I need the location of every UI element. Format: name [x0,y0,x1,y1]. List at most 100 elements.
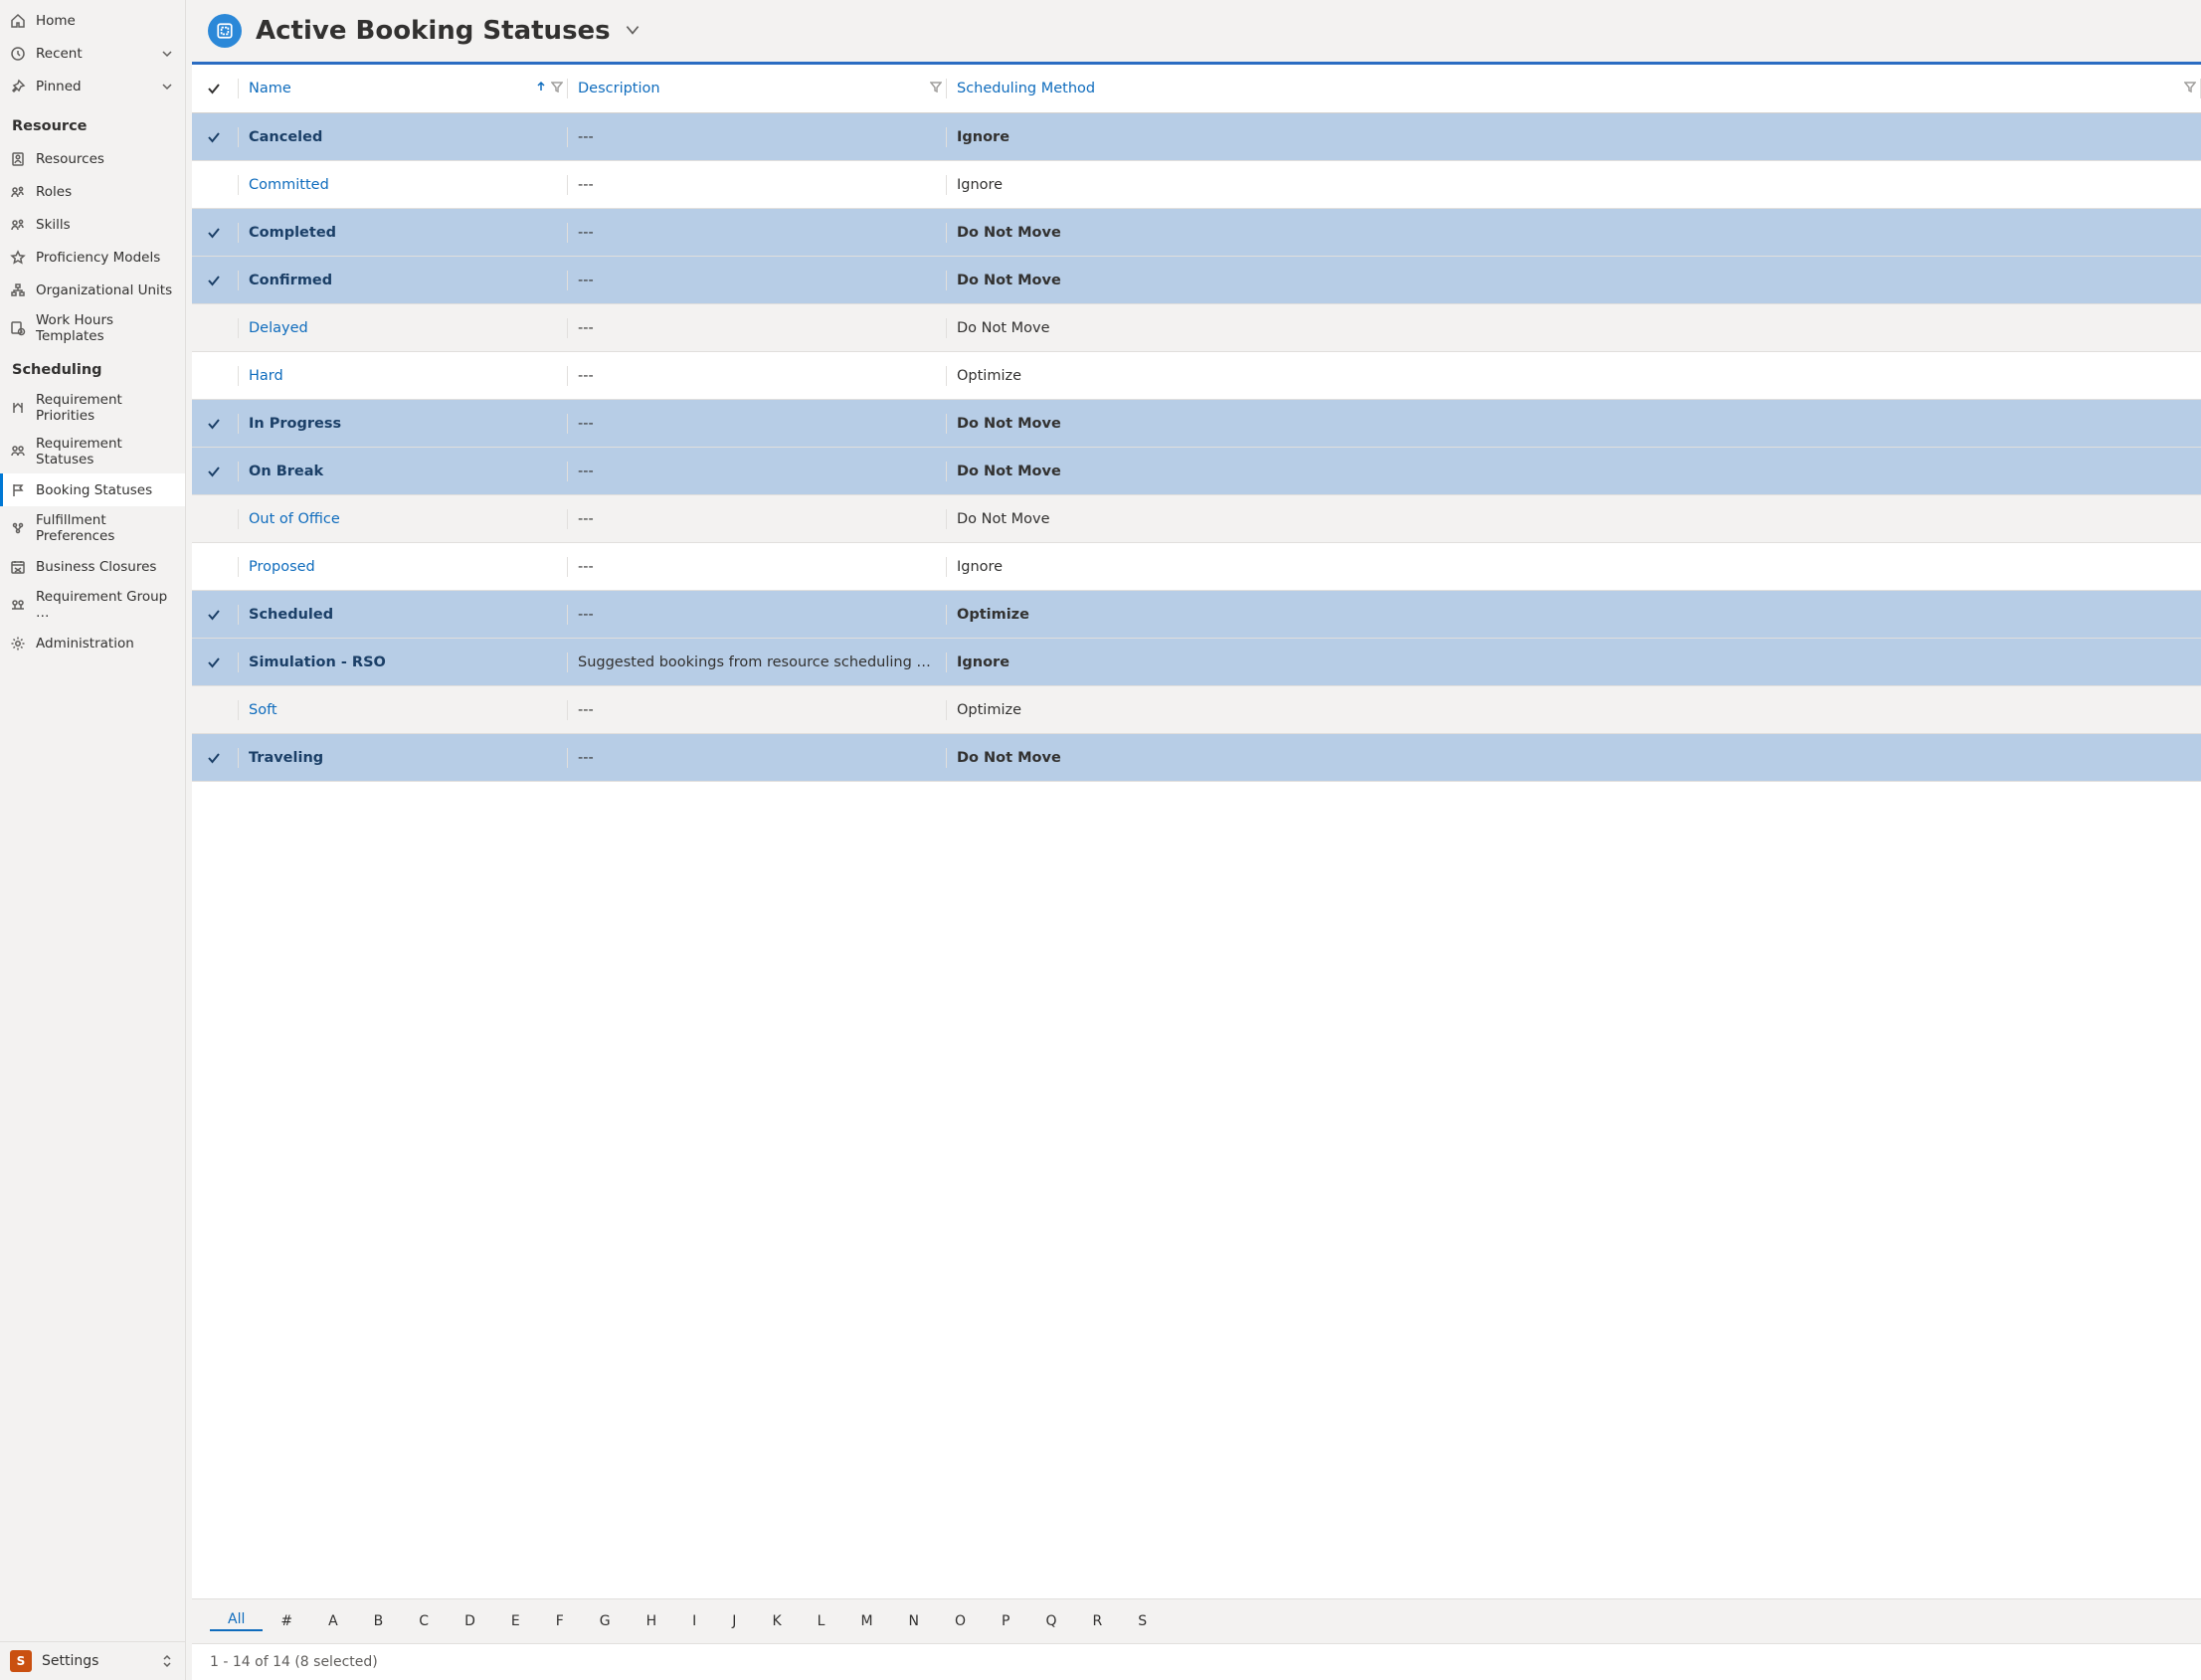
cell-method: Ignore [947,177,2201,193]
cell-name[interactable]: Canceled [239,129,567,145]
alpha-letter[interactable]: L [800,1613,843,1629]
area-switcher[interactable]: S Settings [0,1641,185,1680]
table-row[interactable]: Hard---Optimize [192,352,2201,400]
col-header-name[interactable]: Name [239,81,567,96]
nav-item[interactable]: Roles [0,175,185,208]
nav-item[interactable]: Requirement Priorities [0,386,185,430]
table-row[interactable]: Completed---Do Not Move [192,209,2201,257]
cell-name[interactable]: Out of Office [239,511,567,527]
checkmark-icon [206,416,222,432]
cell-name[interactable]: Scheduled [239,607,567,623]
alpha-letter[interactable]: # [263,1613,310,1629]
row-select[interactable] [192,129,238,145]
table-row[interactable]: In Progress---Do Not Move [192,400,2201,448]
row-select[interactable] [192,702,238,718]
nav-item[interactable]: Proficiency Models [0,241,185,274]
cell-name[interactable]: Confirmed [239,273,567,288]
alpha-letter[interactable]: K [754,1613,799,1629]
row-select[interactable] [192,225,238,241]
alpha-letter[interactable]: M [842,1613,890,1629]
alpha-letter[interactable]: C [401,1613,447,1629]
alpha-letter[interactable]: H [629,1613,675,1629]
nav-item[interactable]: Skills [0,208,185,241]
nav-item[interactable]: Organizational Units [0,274,185,306]
cell-name[interactable]: Delayed [239,320,567,336]
view-selector[interactable]: Active Booking Statuses [256,16,642,46]
cell-name[interactable]: Soft [239,702,567,718]
cell-name[interactable]: Committed [239,177,567,193]
table-row[interactable]: On Break---Do Not Move [192,448,2201,495]
row-select[interactable] [192,320,238,336]
cell-name[interactable]: Hard [239,368,567,384]
alpha-letter[interactable]: P [984,1613,1027,1629]
table-row[interactable]: Simulation - RSOSuggested bookings from … [192,639,2201,686]
grid-body[interactable]: Canceled---IgnoreCommitted---IgnoreCompl… [192,113,2201,1598]
cell-name[interactable]: Proposed [239,559,567,575]
alpha-letter[interactable]: All [210,1611,263,1631]
cell-name[interactable]: Completed [239,225,567,241]
row-select[interactable] [192,559,238,575]
table-row[interactable]: Soft---Optimize [192,686,2201,734]
nav-item[interactable]: Work Hours Templates [0,306,185,350]
row-select[interactable] [192,464,238,479]
alpha-letter[interactable]: O [937,1613,984,1629]
cell-description: --- [568,559,946,575]
alpha-letter[interactable]: R [1075,1613,1121,1629]
cell-name[interactable]: Simulation - RSO [239,654,567,670]
col-header-method[interactable]: Scheduling Method [947,81,2200,96]
table-row[interactable]: Traveling---Do Not Move [192,734,2201,782]
row-select[interactable] [192,368,238,384]
nav-label: Skills [36,217,71,233]
alpha-letter[interactable]: D [447,1613,493,1629]
nav-item[interactable]: Requirement Statuses [0,430,185,473]
row-select[interactable] [192,654,238,670]
nav-home[interactable]: Home [0,4,185,37]
row-select[interactable] [192,416,238,432]
table-row[interactable]: Confirmed---Do Not Move [192,257,2201,304]
alpha-letter[interactable]: N [891,1613,937,1629]
nav-pinned[interactable]: Pinned [0,70,185,102]
grid-wrapper: Name Description Scheduling Method [186,62,2201,1680]
filter-icon [551,81,563,96]
row-select[interactable] [192,750,238,766]
alpha-letter[interactable]: Q [1028,1613,1075,1629]
cell-name[interactable]: Traveling [239,750,567,766]
row-select[interactable] [192,177,238,193]
alpha-letter[interactable]: B [356,1613,402,1629]
alpha-letter[interactable]: A [310,1613,356,1629]
reqstatus-icon [10,444,26,460]
alpha-letter[interactable]: I [674,1613,714,1629]
table-row[interactable]: Proposed---Ignore [192,543,2201,591]
chevron-down-icon [159,46,175,62]
row-select[interactable] [192,511,238,527]
priority-icon [10,400,26,416]
nav-home-label: Home [36,13,76,29]
alpha-letter[interactable]: G [582,1613,629,1629]
alpha-letter[interactable]: F [538,1613,582,1629]
table-row[interactable]: Committed---Ignore [192,161,2201,209]
nav-item[interactable]: Resources [0,142,185,175]
cell-description: --- [568,177,946,193]
nav-item[interactable]: Administration [0,627,185,659]
cell-name[interactable]: On Break [239,464,567,479]
alpha-letter[interactable]: J [714,1613,754,1629]
col-header-description[interactable]: Description [568,81,946,96]
table-row[interactable]: Out of Office---Do Not Move [192,495,2201,543]
alpha-letter[interactable]: E [493,1613,538,1629]
row-select[interactable] [192,273,238,288]
table-row[interactable]: Canceled---Ignore [192,113,2201,161]
page-header: Active Booking Statuses [186,0,2201,62]
nav-recent[interactable]: Recent [0,37,185,70]
select-all-checkbox[interactable] [192,81,238,96]
nav-item[interactable]: Business Closures [0,550,185,583]
nav-item[interactable]: Booking Statuses [0,473,185,506]
table-row[interactable]: Delayed---Do Not Move [192,304,2201,352]
nav-item[interactable]: Requirement Group … [0,583,185,627]
table-row[interactable]: Scheduled---Optimize [192,591,2201,639]
row-select[interactable] [192,607,238,623]
cell-method: Do Not Move [947,320,2201,336]
nav-label: Requirement Group … [36,589,175,621]
alpha-letter[interactable]: S [1120,1613,1165,1629]
nav-item[interactable]: Fulfillment Preferences [0,506,185,550]
cell-name[interactable]: In Progress [239,416,567,432]
